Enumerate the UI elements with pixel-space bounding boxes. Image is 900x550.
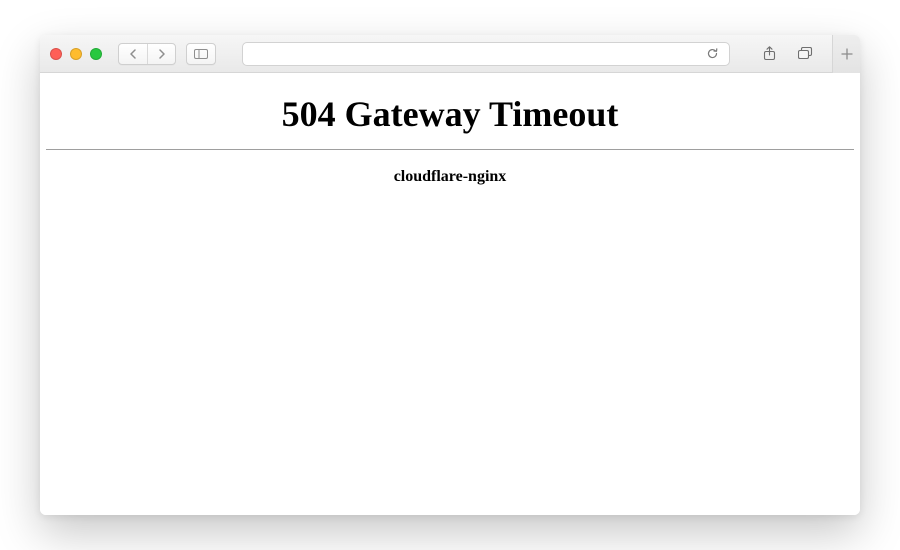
chevron-right-icon (158, 49, 166, 59)
minimize-icon[interactable] (70, 48, 82, 60)
titlebar (40, 35, 860, 73)
share-icon (763, 46, 776, 61)
reload-button[interactable] (706, 47, 719, 60)
tabs-button[interactable] (792, 43, 818, 65)
chevron-left-icon (129, 49, 137, 59)
nav-back-forward (118, 43, 176, 65)
tabs-icon (798, 47, 813, 60)
forward-button[interactable] (147, 44, 175, 64)
address-bar[interactable] (242, 42, 730, 66)
close-icon[interactable] (50, 48, 62, 60)
nav-group (118, 43, 216, 65)
window-controls (50, 48, 108, 60)
browser-window: 504 Gateway Timeout cloudflare-nginx (40, 35, 860, 515)
sidebar-toggle[interactable] (186, 43, 216, 65)
new-tab-button[interactable] (832, 35, 860, 73)
reload-icon (706, 47, 719, 60)
share-button[interactable] (756, 43, 782, 65)
back-button[interactable] (119, 44, 147, 64)
plus-icon (841, 48, 853, 60)
divider (46, 149, 854, 150)
server-name: cloudflare-nginx (40, 168, 860, 186)
maximize-icon[interactable] (90, 48, 102, 60)
error-heading: 504 Gateway Timeout (40, 93, 860, 135)
sidebar-icon (187, 44, 215, 64)
page-content: 504 Gateway Timeout cloudflare-nginx (40, 73, 860, 515)
toolbar-right (756, 35, 850, 73)
